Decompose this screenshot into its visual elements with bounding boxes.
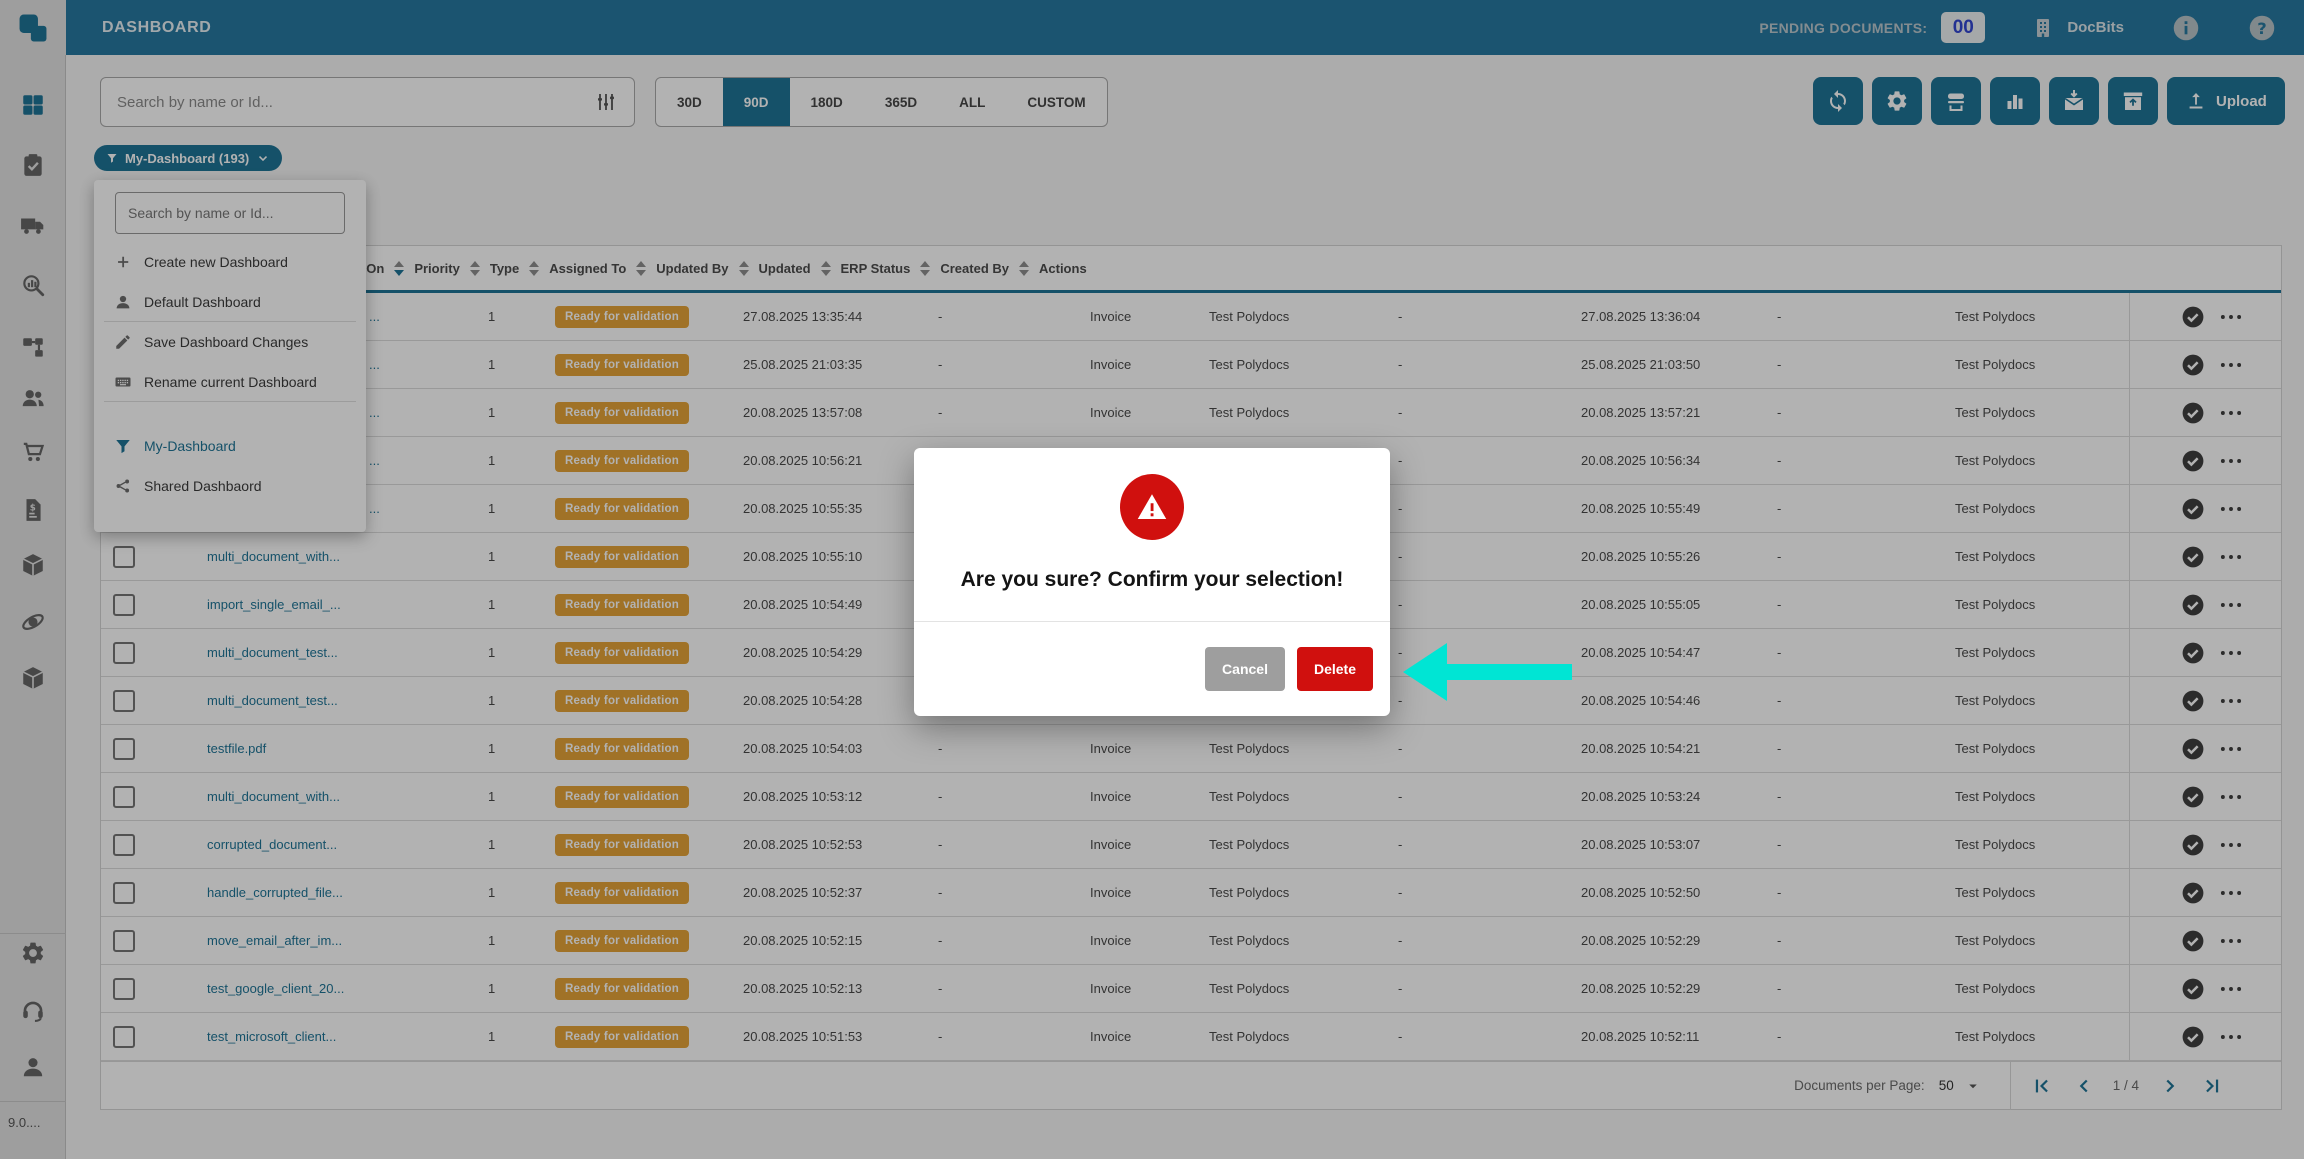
arrow-tail (1447, 664, 1572, 680)
cancel-button[interactable]: Cancel (1205, 647, 1285, 691)
warning-triangle-icon (1134, 489, 1170, 525)
delete-button[interactable]: Delete (1297, 647, 1373, 691)
app-canvas: DASHBOARD PENDING DOCUMENTS: 00 DocBits … (0, 0, 2304, 1159)
warning-badge (1120, 474, 1184, 540)
dialog-footer: Cancel Delete (914, 621, 1390, 716)
confirm-message: Are you sure? Confirm your selection! (914, 568, 1390, 592)
annotation-arrow (1403, 643, 1572, 701)
arrow-head (1403, 643, 1447, 701)
confirm-delete-dialog: Are you sure? Confirm your selection! Ca… (914, 448, 1390, 716)
